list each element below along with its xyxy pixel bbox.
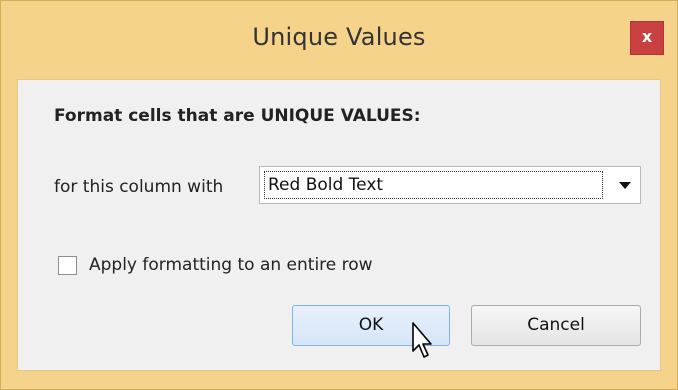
ok-button[interactable]: OK	[292, 305, 450, 346]
dialog-heading: Format cells that are UNIQUE VALUES:	[54, 106, 421, 126]
format-select-value[interactable]: Red Bold Text	[264, 171, 603, 199]
chevron-down-icon[interactable]	[610, 167, 640, 203]
format-select[interactable]: Red Bold Text	[259, 166, 641, 204]
close-button[interactable]: x	[630, 21, 664, 55]
apply-entire-row-checkbox[interactable]	[58, 256, 77, 275]
apply-entire-row-label[interactable]: Apply formatting to an entire row	[89, 255, 373, 275]
cancel-button[interactable]: Cancel	[471, 305, 641, 346]
unique-values-dialog: Unique Values x Format cells that are UN…	[0, 0, 678, 390]
close-icon: x	[641, 27, 653, 46]
window-title: Unique Values	[252, 23, 426, 51]
title-bar[interactable]: Unique Values x	[1, 1, 677, 79]
column-format-label: for this column with	[54, 177, 224, 197]
dialog-body: Format cells that are UNIQUE VALUES: for…	[17, 79, 661, 371]
